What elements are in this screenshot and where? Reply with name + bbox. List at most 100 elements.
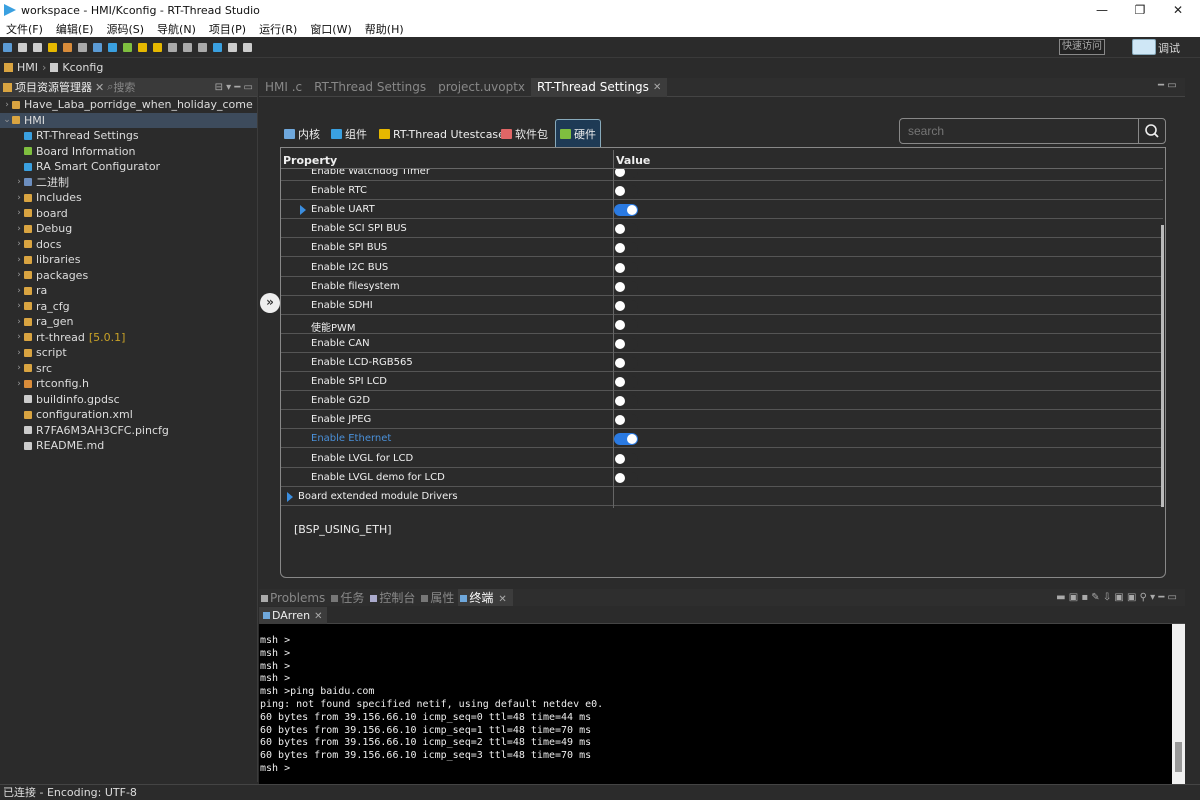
- breadcrumb-project[interactable]: HMI: [17, 61, 38, 74]
- save-all-icon[interactable]: [33, 42, 42, 52]
- editor-tab-hmi-c[interactable]: HMI .c: [259, 78, 308, 97]
- property-row[interactable]: Enable G2D: [281, 391, 1163, 411]
- close-button[interactable]: ✕: [1160, 0, 1196, 20]
- expand-toggle-icon[interactable]: ›: [14, 270, 24, 280]
- tab-project-explorer[interactable]: 项目资源管理器: [15, 79, 92, 95]
- tree-item[interactable]: › board: [0, 206, 257, 222]
- toggle-switch[interactable]: [614, 337, 638, 350]
- expand-toggle-icon[interactable]: ›: [14, 193, 24, 203]
- tab-properties[interactable]: 属性: [419, 589, 456, 606]
- save-icon[interactable]: [18, 42, 27, 52]
- toggle-switch[interactable]: [614, 318, 638, 331]
- column-separator[interactable]: [613, 150, 614, 508]
- terminal-icon[interactable]: [213, 42, 222, 52]
- toggle-switch[interactable]: [614, 414, 638, 427]
- expand-toggle-icon[interactable]: ›: [14, 301, 24, 311]
- tree-item[interactable]: › ra: [0, 283, 257, 299]
- tools-icon[interactable]: [78, 42, 87, 52]
- tree-item[interactable]: › 二进制: [0, 175, 257, 191]
- property-row[interactable]: Enable SDHI: [281, 296, 1163, 315]
- terminal-scrollbar[interactable]: [1172, 624, 1185, 784]
- tab-tasks[interactable]: 任务: [329, 589, 366, 606]
- toggle-switch[interactable]: [614, 452, 638, 465]
- tab-utestcases[interactable]: RT-Thread Utestcases: [379, 121, 511, 147]
- property-row[interactable]: Enable Ethernet: [281, 429, 1163, 449]
- tab-hardware[interactable]: 硬件: [555, 119, 601, 147]
- toggle-switch[interactable]: [614, 169, 638, 178]
- property-row[interactable]: Enable I2C BUS: [281, 258, 1163, 277]
- editor-minimize-maximize-icon[interactable]: ━ ▭: [1158, 80, 1177, 91]
- tree-item[interactable]: RT-Thread Settings: [0, 128, 257, 144]
- tree-item[interactable]: › src: [0, 361, 257, 377]
- build-icon[interactable]: [48, 42, 57, 52]
- menu-edit[interactable]: 编辑(E): [56, 21, 94, 37]
- property-row[interactable]: Enable SPI LCD: [281, 372, 1163, 392]
- expand-toggle-icon[interactable]: ›: [14, 348, 24, 358]
- close-icon[interactable]: ✕: [653, 82, 661, 93]
- property-row[interactable]: Enable JPEG: [281, 410, 1163, 430]
- terminal-output[interactable]: msh > msh > msh > msh > msh >ping baidu.com p…: [259, 624, 1172, 784]
- tree-item[interactable]: › docs: [0, 237, 257, 253]
- expand-toggle-icon[interactable]: ›: [14, 363, 24, 373]
- expand-toggle-icon[interactable]: ›: [14, 379, 24, 389]
- back-arrow-icon[interactable]: [228, 42, 237, 52]
- toggle-switch[interactable]: [614, 185, 638, 198]
- tree-item[interactable]: buildinfo.gpdsc: [0, 392, 257, 408]
- tree-item[interactable]: configuration.xml: [0, 407, 257, 423]
- toggle-switch[interactable]: [614, 280, 638, 293]
- tree-item[interactable]: › Includes: [0, 190, 257, 206]
- property-row[interactable]: Enable filesystem: [281, 277, 1163, 296]
- close-icon[interactable]: ✕: [496, 594, 508, 605]
- toggle-switch[interactable]: [614, 376, 638, 389]
- expand-panel-button[interactable]: »: [260, 293, 280, 313]
- editor-tab-rt-thread-settings-2[interactable]: RT-Thread Settings ✕: [531, 77, 668, 97]
- pin-icon[interactable]: [198, 42, 207, 52]
- expand-toggle-icon[interactable]: ›: [14, 239, 24, 249]
- tree-item[interactable]: › libraries: [0, 252, 257, 268]
- expand-toggle-icon[interactable]: ›: [14, 177, 24, 187]
- expand-toggle-icon[interactable]: ›: [14, 224, 24, 234]
- tree-item[interactable]: Board Information: [0, 144, 257, 160]
- annotation-icon[interactable]: [183, 42, 192, 52]
- property-row[interactable]: Enable SPI BUS: [281, 238, 1163, 258]
- toggle-switch[interactable]: [614, 471, 638, 484]
- tree-item[interactable]: › packages: [0, 268, 257, 284]
- property-row[interactable]: Enable Watchdog Timer: [281, 169, 1163, 181]
- tab-terminal[interactable]: 终端 ✕: [458, 589, 513, 606]
- toggle-switch[interactable]: [614, 357, 638, 369]
- property-row[interactable]: Enable LVGL demo for LCD: [281, 468, 1163, 487]
- settings-icon[interactable]: [108, 42, 117, 52]
- table-scrollbar[interactable]: [1161, 225, 1164, 507]
- editor-tab-rt-thread-settings-1[interactable]: RT-Thread Settings: [308, 78, 432, 97]
- tree-item[interactable]: › script: [0, 345, 257, 361]
- property-row[interactable]: Enable CAN: [281, 334, 1163, 353]
- property-row[interactable]: Board extended module Drivers: [281, 487, 1163, 506]
- minimize-button[interactable]: —: [1084, 0, 1120, 20]
- expand-arrow-icon[interactable]: [300, 205, 306, 216]
- tree-item[interactable]: › Have_Laba_porridge_when_holiday_come: [0, 97, 257, 113]
- menu-file[interactable]: 文件(F): [6, 21, 43, 37]
- property-row[interactable]: Enable SCI SPI BUS: [281, 219, 1163, 239]
- editor-tab-project-uvoptx[interactable]: project.uvoptx: [432, 78, 531, 97]
- column-value[interactable]: Value: [616, 154, 650, 167]
- view-menu-icon[interactable]: ⊟ ▾ ━ ▭: [215, 82, 257, 93]
- expand-toggle-icon[interactable]: ⌄: [2, 115, 12, 125]
- tree-item[interactable]: R7FA6M3AH3CFC.pincfg: [0, 423, 257, 439]
- close-icon[interactable]: ✕: [314, 611, 322, 622]
- quick-access-field[interactable]: 快速访问: [1059, 39, 1105, 55]
- column-property[interactable]: Property: [283, 154, 337, 167]
- tab-search[interactable]: 搜索: [113, 79, 135, 95]
- expand-toggle-icon[interactable]: ›: [14, 208, 24, 218]
- tree-item[interactable]: ⌄ HMI: [0, 112, 257, 128]
- debug-run-icon[interactable]: [123, 42, 132, 52]
- tree-item[interactable]: RA Smart Configurator: [0, 159, 257, 175]
- toggle-switch[interactable]: [614, 299, 638, 312]
- maximize-button[interactable]: ❐: [1122, 0, 1158, 20]
- toggle-switch[interactable]: [614, 204, 638, 217]
- tab-components[interactable]: 组件: [331, 121, 367, 147]
- toggle-switch[interactable]: [614, 433, 638, 446]
- download-icon[interactable]: [93, 42, 102, 52]
- expand-toggle-icon[interactable]: ›: [14, 286, 24, 296]
- settings-search-input[interactable]: [899, 118, 1139, 144]
- link-icon[interactable]: [168, 42, 177, 52]
